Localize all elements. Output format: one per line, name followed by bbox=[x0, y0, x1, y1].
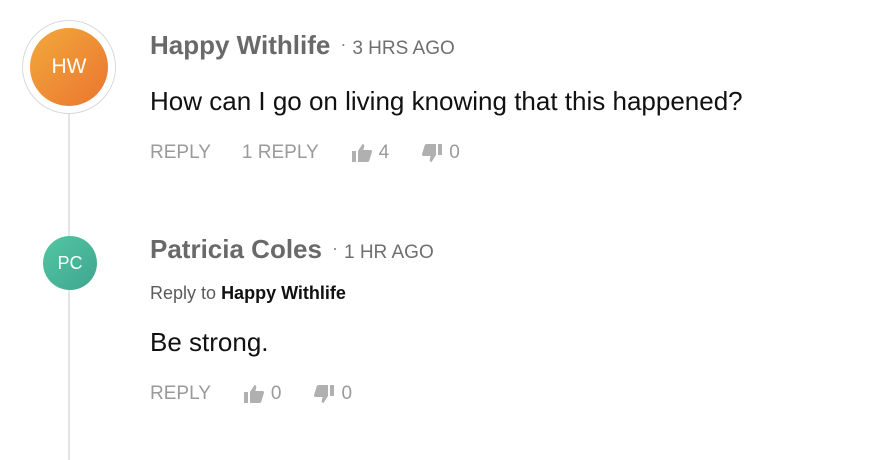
like-count: 4 bbox=[378, 142, 390, 163]
thumbs-up-icon bbox=[350, 141, 374, 165]
reply-button[interactable]: REPLY bbox=[150, 142, 211, 164]
comment-actions: REPLY 0 0 bbox=[150, 382, 352, 406]
like-button[interactable]: 0 bbox=[242, 382, 282, 406]
avatar[interactable]: PC bbox=[43, 236, 97, 290]
comment-header: Patricia Coles · 1 HR AGO bbox=[150, 234, 434, 265]
author-name[interactable]: Patricia Coles bbox=[150, 234, 322, 265]
timestamp: 1 HR AGO bbox=[343, 242, 434, 263]
thumbs-down-icon bbox=[420, 141, 444, 165]
comment-actions: REPLY 1 REPLY 4 0 bbox=[150, 141, 460, 165]
avatar-initials: HW bbox=[30, 28, 108, 106]
avatar[interactable]: HW bbox=[22, 20, 116, 114]
dislike-count: 0 bbox=[449, 142, 460, 163]
reply-to-line: Reply to Happy Withlife bbox=[150, 283, 346, 304]
reply-to-author[interactable]: Happy Withlife bbox=[221, 283, 346, 303]
like-button[interactable]: 4 bbox=[350, 141, 390, 165]
author-name[interactable]: Happy Withlife bbox=[150, 30, 330, 61]
view-replies-button[interactable]: 1 REPLY bbox=[242, 142, 319, 164]
comment-header: Happy Withlife · 3 HRS AGO bbox=[150, 30, 455, 61]
thumbs-down-icon bbox=[312, 382, 336, 406]
timestamp: 3 HRS AGO bbox=[352, 38, 455, 59]
thumbs-up-icon bbox=[242, 382, 266, 406]
dislike-button[interactable]: 0 bbox=[312, 382, 352, 406]
dislike-count: 0 bbox=[341, 383, 353, 404]
reply-to-prefix: Reply to bbox=[150, 283, 217, 303]
comment-text: How can I go on living knowing that this… bbox=[150, 86, 743, 116]
comment-text: Be strong. bbox=[150, 327, 269, 357]
reply-button[interactable]: REPLY bbox=[150, 383, 211, 405]
separator-dot: · bbox=[331, 238, 338, 258]
dislike-button[interactable]: 0 bbox=[420, 141, 460, 165]
like-count: 0 bbox=[270, 383, 282, 404]
separator-dot: · bbox=[340, 34, 347, 54]
